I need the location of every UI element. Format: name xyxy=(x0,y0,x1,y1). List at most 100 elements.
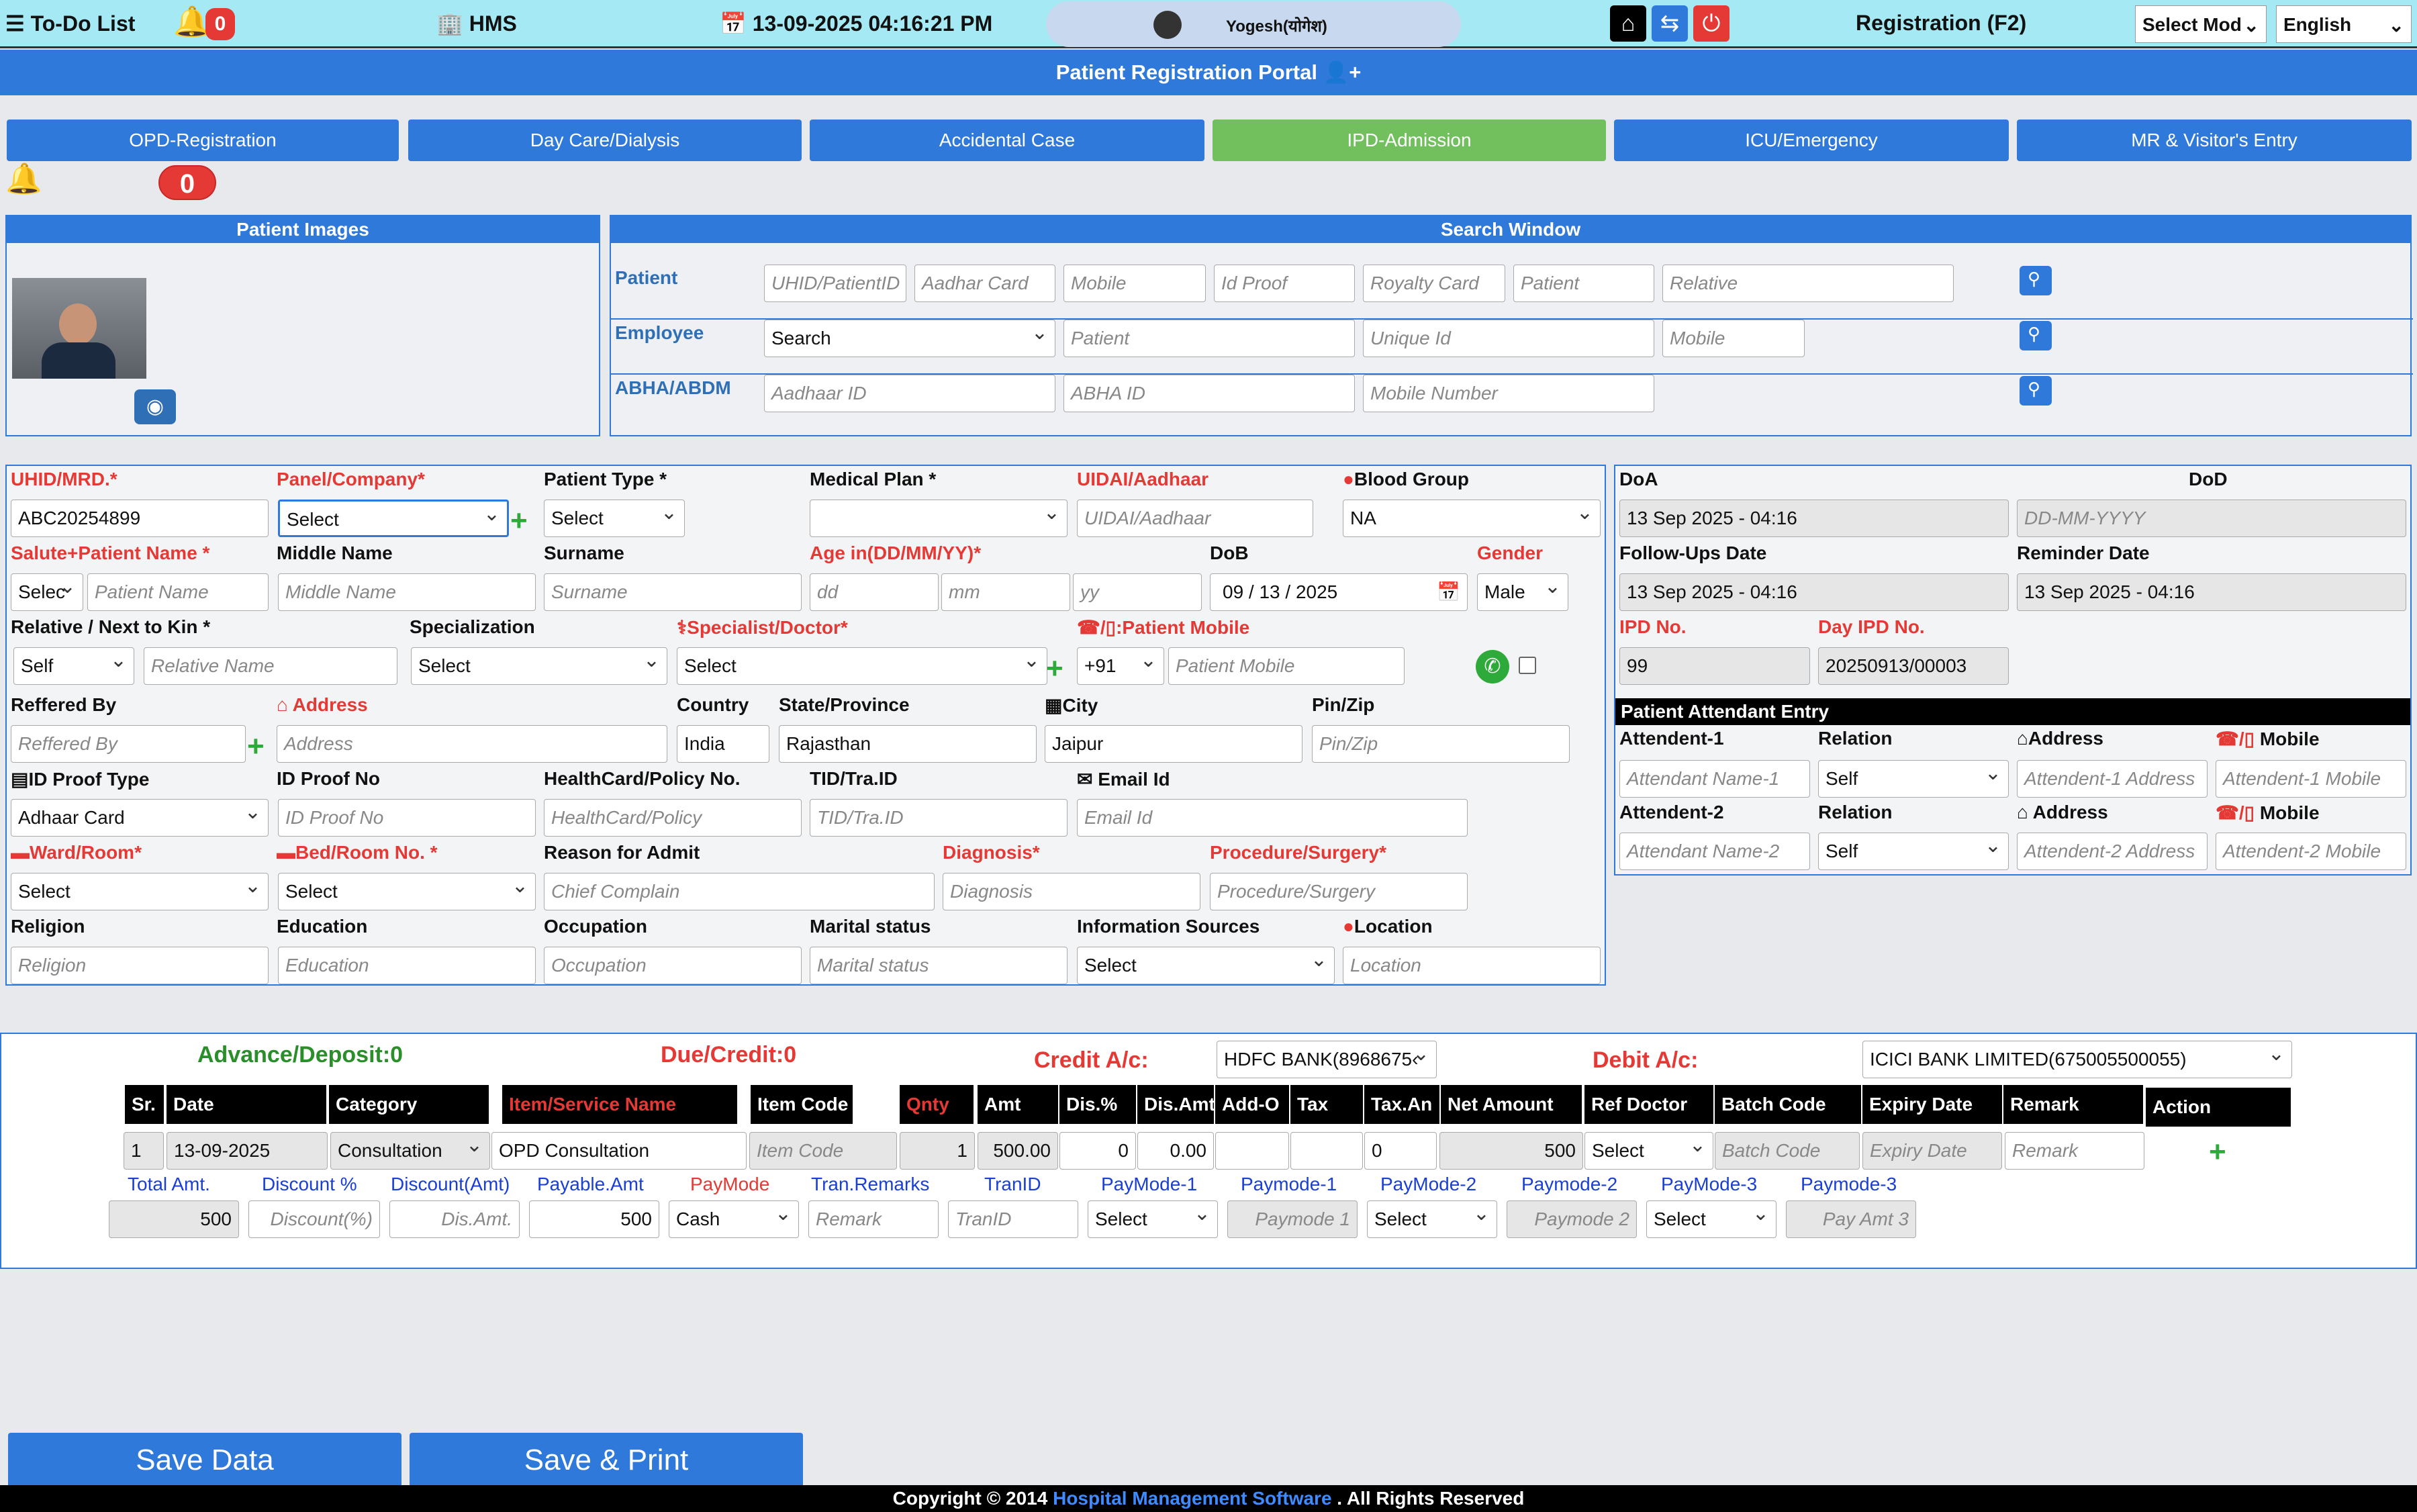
age-dd-input[interactable]: dd xyxy=(810,573,939,611)
att2-relation-select[interactable]: Self xyxy=(1818,833,2009,870)
search-uhid-input[interactable]: UHID/PatientID xyxy=(764,265,906,302)
payable-amt-input[interactable]: 500 xyxy=(529,1200,659,1238)
language-dropdown[interactable]: English ⌄ xyxy=(2276,5,2412,43)
search-employee-button[interactable]: ⚲ xyxy=(2020,321,2052,350)
whatsapp-icon[interactable]: ✆ xyxy=(1476,650,1509,683)
diagnosis-input[interactable]: Diagnosis xyxy=(943,873,1200,910)
discount-pct-input[interactable]: Discount(%) xyxy=(248,1200,380,1238)
home-icon[interactable]: ⌂ xyxy=(1610,5,1646,42)
search-aadhar-input[interactable]: Aadhar Card xyxy=(914,265,1055,302)
tab-accidental-case[interactable]: Accidental Case xyxy=(810,120,1204,161)
dob-input[interactable]: 09 / 13 / 2025 📅 xyxy=(1210,573,1468,611)
search-patient-button[interactable]: ⚲ xyxy=(2020,266,2052,295)
marital-input[interactable]: Marital status xyxy=(810,947,1068,984)
reason-input[interactable]: Chief Complain xyxy=(544,873,935,910)
att1-relation-select[interactable]: Self xyxy=(1818,760,2009,798)
row-item-input[interactable]: OPD Consultation xyxy=(491,1132,747,1170)
add-doctor-icon[interactable]: + xyxy=(1046,654,1063,683)
uhid-input[interactable]: ABC20254899 xyxy=(11,500,269,537)
religion-input[interactable]: Religion xyxy=(11,947,269,984)
search-idproof-input[interactable]: Id Proof xyxy=(1214,265,1355,302)
att2-mobile-input[interactable]: Attendent-2 Mobile xyxy=(2216,833,2406,870)
specialization-select[interactable]: Select xyxy=(411,647,667,685)
tab-ipd-admission[interactable]: IPD-Admission xyxy=(1213,120,1606,161)
employee-patient-input[interactable]: Patient xyxy=(1063,320,1355,357)
add-panel-icon[interactable]: + xyxy=(510,506,528,536)
whatsapp-checkbox[interactable] xyxy=(1519,657,1536,674)
user-pill[interactable]: Yogesh(योगेश) xyxy=(1046,1,1461,47)
row-amt[interactable]: 500.00 xyxy=(978,1132,1058,1170)
bell-icon[interactable]: 🔔 xyxy=(173,4,210,39)
add-referral-icon[interactable]: + xyxy=(247,732,265,761)
credit-account-select[interactable]: HDFC BANK(8968675‹ xyxy=(1217,1041,1437,1078)
save-data-button[interactable]: Save Data xyxy=(8,1433,401,1488)
referred-by-input[interactable]: Reffered By xyxy=(11,725,246,763)
employee-mobile-input[interactable]: Mobile xyxy=(1662,320,1805,357)
occupation-input[interactable]: Occupation xyxy=(544,947,802,984)
education-input[interactable]: Education xyxy=(278,947,536,984)
row-dis-pct[interactable]: 0 xyxy=(1059,1132,1136,1170)
abha-id-input[interactable]: ABHA ID xyxy=(1063,375,1355,412)
row-tax-amt[interactable]: 0 xyxy=(1364,1132,1437,1170)
age-mm-input[interactable]: mm xyxy=(941,573,1070,611)
abha-aadhaar-input[interactable]: Aadhaar ID xyxy=(764,375,1055,412)
row-expiry[interactable]: Expiry Date xyxy=(1862,1132,2002,1170)
add-row-icon[interactable]: + xyxy=(2209,1137,2226,1167)
reminder-input[interactable]: 13 Sep 2025 - 04:16 xyxy=(2017,573,2406,611)
info-sources-select[interactable]: Select xyxy=(1077,947,1335,984)
paymode1-select[interactable]: Select xyxy=(1088,1200,1218,1238)
paymode3-amt-input[interactable]: Pay Amt 3 xyxy=(1786,1200,1916,1238)
employee-uniqueid-input[interactable]: Unique Id xyxy=(1363,320,1654,357)
state-input[interactable]: Rajasthan xyxy=(779,725,1037,763)
row-batch-code[interactable]: Batch Code xyxy=(1715,1132,1860,1170)
footer-link[interactable]: Hospital Management Software xyxy=(1053,1488,1331,1509)
ward-select[interactable]: Select xyxy=(11,873,269,910)
paymode2-select[interactable]: Select xyxy=(1367,1200,1497,1238)
att2-address-input[interactable]: Attendent-2 Address xyxy=(2017,833,2208,870)
search-abha-button[interactable]: ⚲ xyxy=(2020,376,2052,406)
salute-select[interactable]: Selec xyxy=(11,573,83,611)
registration-link[interactable]: Registration (F2) xyxy=(1856,11,2026,36)
alert-bell-icon[interactable]: 🔔 xyxy=(5,161,42,196)
att1-name-input[interactable]: Attendant Name-1 xyxy=(1619,760,1810,798)
id-no-input[interactable]: ID Proof No xyxy=(278,799,536,837)
age-yy-input[interactable]: yy xyxy=(1073,573,1202,611)
doctor-select[interactable]: Select xyxy=(677,647,1047,685)
location-input[interactable]: Location xyxy=(1343,947,1601,984)
search-relative-input[interactable]: Relative xyxy=(1662,265,1954,302)
paymode2-amt-input[interactable]: Paymode 2 xyxy=(1507,1200,1637,1238)
relative-select[interactable]: Self xyxy=(13,647,134,685)
row-qty[interactable]: 1 xyxy=(900,1132,975,1170)
switch-icon[interactable]: ⇆ xyxy=(1652,5,1688,42)
row-item-code[interactable]: Item Code xyxy=(749,1132,897,1170)
tid-input[interactable]: TID/Tra.ID xyxy=(810,799,1068,837)
medical-plan-select[interactable] xyxy=(810,500,1068,537)
country-code-select[interactable]: +91 xyxy=(1077,647,1164,685)
save-print-button[interactable]: Save & Print xyxy=(410,1433,803,1488)
dod-input[interactable]: DD-MM-YYYY xyxy=(2017,500,2406,537)
abha-mobile-input[interactable]: Mobile Number xyxy=(1363,375,1654,412)
row-tax[interactable] xyxy=(1290,1132,1363,1170)
row-category-select[interactable]: Consultation xyxy=(330,1132,490,1170)
camera-icon[interactable]: ◉ xyxy=(134,389,176,424)
id-type-select[interactable]: Adhaar Card xyxy=(11,799,269,837)
tab-day-care[interactable]: Day Care/Dialysis xyxy=(408,120,802,161)
employee-search-select[interactable]: Search xyxy=(764,320,1055,357)
country-input[interactable]: India xyxy=(677,725,769,763)
address-input[interactable]: Address xyxy=(277,725,667,763)
pin-input[interactable]: Pin/Zip xyxy=(1312,725,1570,763)
surname-input[interactable]: Surname xyxy=(544,573,802,611)
tab-mr-visitor[interactable]: MR & Visitor's Entry xyxy=(2017,120,2412,161)
email-input[interactable]: Email Id xyxy=(1077,799,1468,837)
patient-type-select[interactable]: Select xyxy=(544,500,685,537)
uidai-input[interactable]: UIDAI/Aadhaar xyxy=(1077,500,1313,537)
bed-select[interactable]: Select xyxy=(278,873,536,910)
tab-opd-registration[interactable]: OPD-Registration xyxy=(7,120,399,161)
procedure-input[interactable]: Procedure/Surgery xyxy=(1210,873,1468,910)
row-add-on[interactable] xyxy=(1215,1132,1289,1170)
follow-up-input[interactable]: 13 Sep 2025 - 04:16 xyxy=(1619,573,2009,611)
discount-amt-input[interactable]: Dis.Amt. xyxy=(389,1200,520,1238)
att1-address-input[interactable]: Attendent-1 Address xyxy=(2017,760,2208,798)
patient-mobile-input[interactable]: Patient Mobile xyxy=(1168,647,1405,685)
row-ref-doctor-select[interactable]: Select xyxy=(1584,1132,1713,1170)
